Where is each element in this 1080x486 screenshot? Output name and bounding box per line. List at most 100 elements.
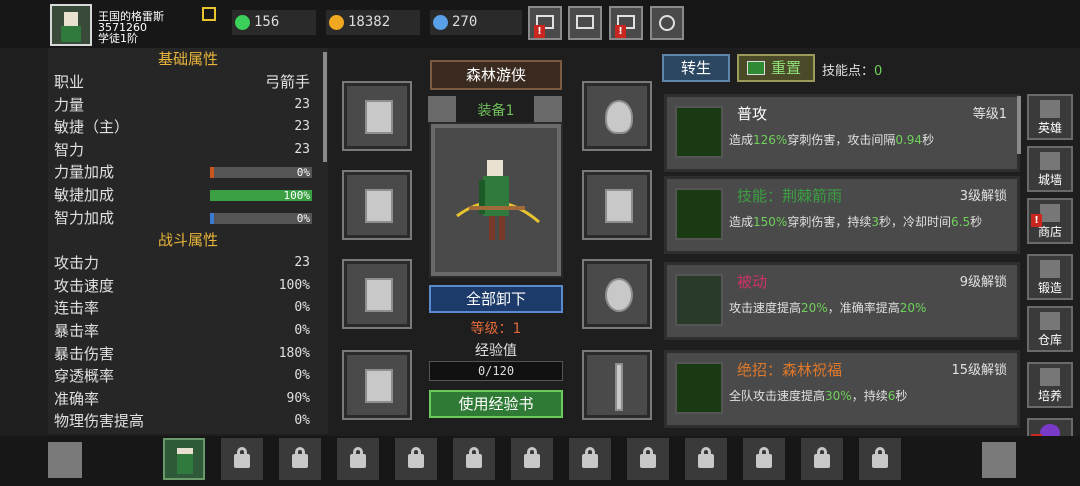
skill-desc-text: 秒	[922, 133, 935, 147]
hero-slot-locked[interactable]	[279, 438, 321, 480]
bonus-strength: 力量加成 0%	[48, 161, 328, 184]
skill-points-value: 0	[874, 64, 883, 79]
combat-row: 物理伤害提高 0%	[48, 410, 328, 433]
skill-name: 被动	[737, 273, 768, 291]
combat-row: 攻击力 23	[48, 252, 328, 275]
necklace-icon	[605, 100, 633, 134]
combat-label: 暴击伤害	[54, 344, 115, 363]
rebirth-tab[interactable]: 转生	[662, 54, 730, 82]
helmet-slot[interactable]	[342, 81, 412, 151]
hero-slot-locked[interactable]	[743, 438, 785, 480]
chest-slot[interactable]	[342, 170, 412, 240]
next-set-button[interactable]	[534, 96, 562, 122]
reset-button[interactable]: 重置	[737, 54, 815, 82]
skill-card[interactable]: 绝招：森林祝福 15级解锁 全队攻击速度提高30%，持续6秒	[664, 350, 1020, 428]
gamepad-button[interactable]: !	[609, 6, 643, 40]
skill-card[interactable]: 技能：荆棘箭雨 3级解锁 造成150%穿刺伤害，持续3秒，冷却时间6.5秒	[664, 176, 1020, 254]
gem-icon	[433, 15, 448, 30]
legs-slot[interactable]	[342, 259, 412, 329]
hero-slot-locked[interactable]	[395, 438, 437, 480]
edit-icon[interactable]	[202, 7, 216, 21]
boots-slot[interactable]	[342, 350, 412, 420]
attr-label: 敏捷（主）	[54, 118, 130, 137]
combat-label: 攻击速度	[54, 276, 115, 295]
roster-prev-arrow[interactable]	[48, 442, 82, 478]
nav-shop[interactable]: ! 商店	[1027, 198, 1073, 244]
gem-counter: 270	[430, 10, 522, 35]
lock-icon	[582, 454, 598, 468]
combat-label: 连击率	[54, 299, 100, 318]
nav-warehouse[interactable]: 仓库	[1027, 306, 1073, 352]
hero-icon	[1040, 100, 1060, 118]
hero-slot-locked[interactable]	[221, 438, 263, 480]
skill-desc-text: 造成	[729, 133, 754, 147]
attr-agility: 敏捷（主） 23	[48, 116, 328, 139]
nav-train[interactable]: 培养	[1027, 362, 1073, 408]
unequip-all-button[interactable]: 全部卸下	[429, 285, 563, 313]
combat-row: 攻击速度 100%	[48, 275, 328, 298]
skill-unlock-level: 9级解锁	[959, 275, 1007, 290]
combat-value: 0%	[294, 413, 310, 429]
boots-icon	[365, 369, 393, 403]
attr-intelligence: 智力 23	[48, 139, 328, 162]
attr-label: 力量	[54, 95, 85, 114]
skill-desc-text: 穿刺伤害，持续	[787, 215, 872, 229]
hero-slot-locked[interactable]	[627, 438, 669, 480]
hero-slot-selected[interactable]	[163, 438, 205, 480]
hero-level: 等级：1	[470, 321, 522, 337]
equipment-set-name: 装备1	[477, 103, 515, 119]
nav-label: 英雄	[1037, 121, 1062, 135]
use-exp-book-button[interactable]: 使用经验书	[429, 390, 563, 418]
skill-desc-text: 造成	[729, 215, 754, 229]
hero-name-banner: 森林游侠	[430, 60, 562, 90]
skill-desc: 造成150%穿刺伤害，持续3秒，冷却时间6.5秒	[729, 215, 1009, 230]
lock-icon	[466, 454, 482, 468]
nav-label: 商店	[1037, 225, 1062, 239]
warehouse-icon	[1040, 312, 1060, 330]
gloves-slot[interactable]	[582, 170, 652, 240]
hero-slot-locked[interactable]	[337, 438, 379, 480]
skill-name: 绝招：森林祝福	[737, 361, 843, 379]
hero-slot-locked[interactable]	[453, 438, 495, 480]
exp-text: 0/120	[477, 364, 515, 378]
hero-slot-locked[interactable]	[685, 438, 727, 480]
mail-button[interactable]	[568, 6, 602, 40]
gem-value: 270	[452, 14, 478, 30]
necklace-slot[interactable]	[582, 81, 652, 151]
skill-level: 等级1	[972, 107, 1007, 122]
attr-value: 23	[294, 119, 310, 135]
skill-card[interactable]: 普攻 等级1 造成126%穿刺伤害，攻击间隔0.94秒	[664, 94, 1020, 172]
skill-card[interactable]: 被动 9级解锁 攻击速度提高20%，准确率提高20%	[664, 262, 1020, 340]
attr-value: 弓箭手	[264, 73, 310, 91]
skill-desc-text: 攻击速度提高	[729, 301, 802, 315]
hero-slot-locked[interactable]	[801, 438, 843, 480]
skill-icon	[675, 188, 723, 240]
skill-unlock-level: 15级解锁	[951, 363, 1007, 378]
shop-cart-button[interactable]: !	[528, 6, 562, 40]
sword-icon	[615, 363, 623, 411]
lock-icon	[234, 454, 250, 468]
hero-slot-locked[interactable]	[569, 438, 611, 480]
gold-counter: 18382	[326, 10, 420, 35]
settings-button[interactable]	[650, 6, 684, 40]
roster-next-arrow[interactable]	[982, 442, 1016, 478]
prev-set-button[interactable]	[428, 96, 456, 122]
hero-slot-locked[interactable]	[859, 438, 901, 480]
ring-slot[interactable]	[582, 259, 652, 329]
lock-icon	[814, 454, 830, 468]
attribute-scrollbar[interactable]	[323, 52, 327, 162]
attr-label: 职业	[54, 73, 85, 91]
top-bar: 王国的格雷斯 3571260 学徒1阶 156 18382 270 ! !	[0, 0, 1080, 48]
combat-label: 攻击力	[54, 254, 100, 273]
player-avatar[interactable]	[50, 4, 92, 46]
bonus-fill	[210, 212, 214, 224]
combat-row: 穿透概率 0%	[48, 365, 328, 388]
bonus-value: 100%	[283, 188, 311, 202]
skill-desc-highlight: 20%	[801, 301, 828, 315]
nav-hero[interactable]: 英雄	[1027, 94, 1073, 140]
nav-forge[interactable]: 锻造	[1027, 254, 1073, 300]
nav-wall[interactable]: 城墙	[1027, 146, 1073, 192]
skills-scrollbar[interactable]	[1017, 96, 1021, 154]
weapon-slot[interactable]	[582, 350, 652, 420]
hero-slot-locked[interactable]	[511, 438, 553, 480]
